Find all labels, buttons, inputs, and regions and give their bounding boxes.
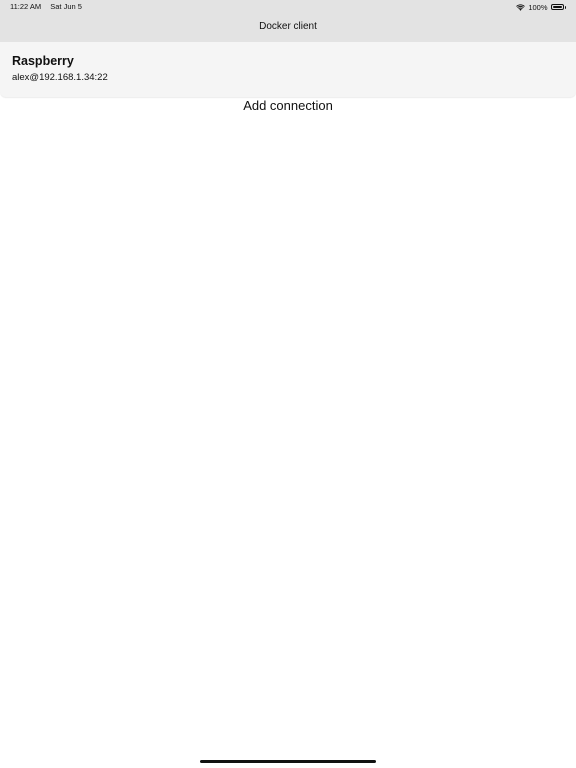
add-connection-button[interactable]: Add connection: [0, 97, 576, 115]
status-date: Sat Jun 5: [50, 2, 82, 11]
battery-percent: 100%: [528, 2, 548, 12]
battery-level-fill: [552, 6, 562, 8]
connection-name: Raspberry: [12, 54, 74, 68]
app-screen: 11:22 AM Sat Jun 5 100% Docker client Ra…: [0, 0, 576, 768]
connection-address: alex@192.168.1.34:22: [12, 72, 108, 83]
home-indicator: [200, 760, 376, 763]
page-title: Docker client: [259, 21, 317, 32]
wifi-icon: [516, 3, 526, 11]
battery-icon: [550, 4, 564, 10]
battery-tip: [564, 5, 566, 9]
status-bar-right: 100%: [516, 2, 566, 12]
connection-item-raspberry[interactable]: Raspberry alex@192.168.1.34:22: [0, 42, 576, 97]
top-bar: 11:22 AM Sat Jun 5 100% Docker client: [0, 0, 576, 42]
status-bar-left: 11:22 AM Sat Jun 5: [10, 2, 82, 12]
status-time: 11:22 AM: [10, 2, 42, 11]
